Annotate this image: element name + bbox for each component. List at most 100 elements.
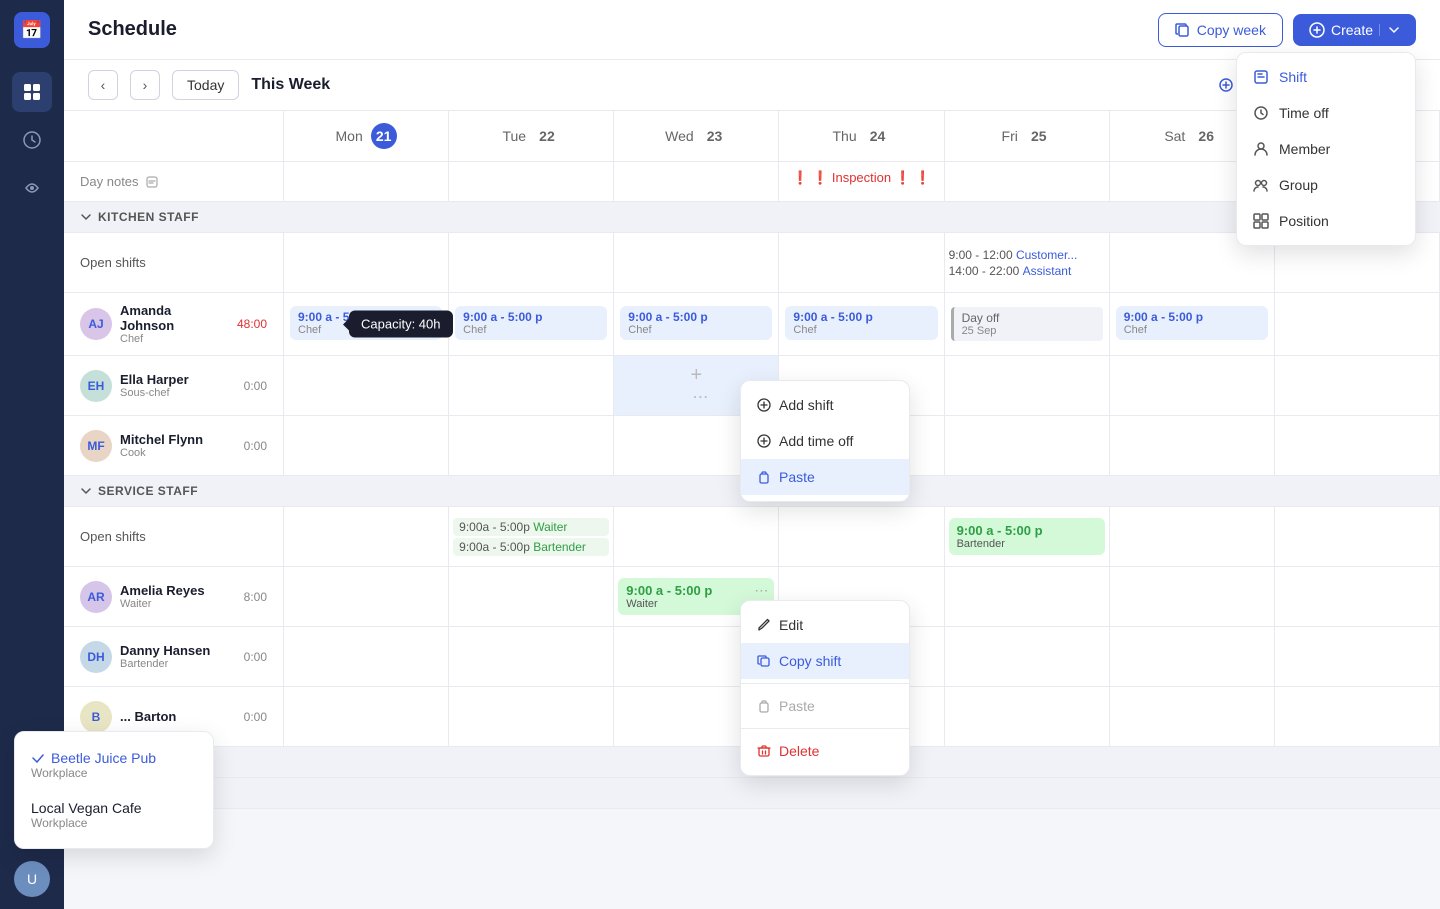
- add-shift-item[interactable]: Add shift: [741, 387, 909, 423]
- service-open-fri[interactable]: 9:00 a - 5:00 p Bartender: [945, 507, 1110, 567]
- amanda-fri-dayoff: Day off 25 Sep: [951, 307, 1103, 341]
- service-open-wed[interactable]: [614, 507, 779, 567]
- amanda-sat-shift[interactable]: 9:00 a - 5:00 p Chef: [1116, 306, 1268, 340]
- mitchel-sun[interactable]: [1275, 416, 1440, 476]
- next-week-button[interactable]: ›: [130, 70, 160, 100]
- page-title: Schedule: [88, 18, 1158, 41]
- ella-fri[interactable]: [945, 356, 1110, 416]
- add-time-off-item[interactable]: Add time off: [741, 423, 909, 459]
- capacity-tooltip: Capacity: 40h: [349, 311, 453, 338]
- mitchel-mon[interactable]: [284, 416, 449, 476]
- create-member-item[interactable]: Member: [1237, 131, 1415, 167]
- amanda-hours: 48:00: [237, 317, 267, 331]
- kitchen-open-tue[interactable]: [449, 233, 614, 293]
- day-notes-thu[interactable]: ❗ ❗ Inspection ❗ ❗: [779, 162, 944, 202]
- app-logo[interactable]: 📅: [14, 12, 50, 48]
- edit-shift-context-menu: Edit Copy shift Paste Delete: [740, 600, 910, 776]
- sidebar-item-time[interactable]: [12, 120, 52, 160]
- shift-dots-menu[interactable]: ⋯: [754, 582, 768, 599]
- paste-item-edit[interactable]: Paste: [741, 688, 909, 724]
- day-number-thu: 24: [865, 123, 891, 149]
- amanda-tue[interactable]: 9:00 a - 5:00 p Chef: [449, 293, 614, 356]
- ella-mon[interactable]: [284, 356, 449, 416]
- danny-mon[interactable]: [284, 627, 449, 687]
- danny-tue[interactable]: [449, 627, 614, 687]
- create-dropdown-arrow[interactable]: [1379, 24, 1400, 36]
- ella-sat[interactable]: [1110, 356, 1275, 416]
- copy-week-button[interactable]: Copy week: [1158, 13, 1283, 47]
- barton-tue[interactable]: [449, 687, 614, 747]
- day-notes-mon[interactable]: [284, 162, 449, 202]
- day-notes-wed[interactable]: [614, 162, 779, 202]
- ella-info: Ella Harper Sous-chef: [120, 372, 236, 399]
- today-button[interactable]: Today: [172, 70, 239, 100]
- create-button[interactable]: Create: [1293, 14, 1416, 46]
- kitchen-open-fri-shift1[interactable]: 9:00 - 12:00 Customer...: [949, 248, 1105, 262]
- day-number-mon: 21: [371, 123, 397, 149]
- workplace-beetle-juice[interactable]: Beetle Juice Pub Workplace: [15, 740, 213, 790]
- barton-sun[interactable]: [1275, 687, 1440, 747]
- workplace-local-vegan[interactable]: Local Vegan Cafe Workplace: [15, 790, 213, 840]
- amelia-tue[interactable]: [449, 567, 614, 627]
- amanda-sat[interactable]: 9:00 a - 5:00 p Chef: [1110, 293, 1275, 356]
- create-group-item[interactable]: Group: [1237, 167, 1415, 203]
- amanda-sun[interactable]: [1275, 293, 1440, 356]
- amelia-fri[interactable]: [945, 567, 1110, 627]
- barton-sat[interactable]: [1110, 687, 1275, 747]
- amanda-fri[interactable]: Day off 25 Sep: [945, 293, 1110, 356]
- danny-sun[interactable]: [1275, 627, 1440, 687]
- copy-shift-item[interactable]: Copy shift: [741, 643, 909, 679]
- edit-shift-item[interactable]: Edit: [741, 607, 909, 643]
- paste-icon-edit: [757, 699, 771, 713]
- service-open-sat[interactable]: [1110, 507, 1275, 567]
- ella-tue[interactable]: [449, 356, 614, 416]
- mitchel-tue[interactable]: [449, 416, 614, 476]
- bar-staff-section-2[interactable]: BAR STAFF: [64, 778, 1440, 809]
- day-notes-tue[interactable]: [449, 162, 614, 202]
- amanda-thu-shift[interactable]: 9:00 a - 5:00 p Chef: [785, 306, 937, 340]
- amanda-thu[interactable]: 9:00 a - 5:00 p Chef: [779, 293, 944, 356]
- cell-options[interactable]: ⋯: [692, 387, 708, 407]
- sidebar-item-timeoff[interactable]: [12, 168, 52, 208]
- mitchel-sat[interactable]: [1110, 416, 1275, 476]
- create-position-item[interactable]: Position: [1237, 203, 1415, 239]
- calendar-toolbar: ‹ › Today This Week Add Group Filter: [64, 60, 1440, 111]
- amanda-wed[interactable]: 9:00 a - 5:00 p Chef: [614, 293, 779, 356]
- service-open-tue-shift1[interactable]: 9:00a - 5:00p Waiter: [453, 518, 609, 536]
- paste-item-add[interactable]: Paste: [741, 459, 909, 495]
- amelia-sat[interactable]: [1110, 567, 1275, 627]
- kitchen-open-mon[interactable]: [284, 233, 449, 293]
- ella-sun[interactable]: [1275, 356, 1440, 416]
- amelia-sun[interactable]: [1275, 567, 1440, 627]
- mitchel-hours: 0:00: [244, 439, 267, 453]
- amanda-wed-shift[interactable]: 9:00 a - 5:00 p Chef: [620, 306, 772, 340]
- danny-sat[interactable]: [1110, 627, 1275, 687]
- service-open-fri-shift[interactable]: 9:00 a - 5:00 p Bartender: [949, 518, 1105, 555]
- service-open-mon[interactable]: [284, 507, 449, 567]
- create-time-off-item[interactable]: Time off: [1237, 95, 1415, 131]
- add-shift-plus[interactable]: +: [691, 364, 703, 387]
- service-open-sun[interactable]: [1275, 507, 1440, 567]
- kitchen-staff-section[interactable]: KITCHEN STAFF: [64, 202, 1440, 233]
- danny-fri[interactable]: [945, 627, 1110, 687]
- delete-shift-item[interactable]: Delete: [741, 733, 909, 769]
- barton-fri[interactable]: [945, 687, 1110, 747]
- kitchen-open-fri-shift2[interactable]: 14:00 - 22:00 Assistant: [949, 264, 1105, 278]
- copy-icon: [1175, 22, 1191, 38]
- user-avatar[interactable]: U: [14, 861, 50, 897]
- barton-mon[interactable]: [284, 687, 449, 747]
- kitchen-open-fri[interactable]: 9:00 - 12:00 Customer... 14:00 - 22:00 A…: [945, 233, 1110, 293]
- create-shift-item[interactable]: Shift: [1237, 59, 1415, 95]
- service-open-thu[interactable]: [779, 507, 944, 567]
- service-open-tue[interactable]: 9:00a - 5:00p Waiter 9:00a - 5:00p Barte…: [449, 507, 614, 567]
- amelia-mon[interactable]: [284, 567, 449, 627]
- mitchel-fri[interactable]: [945, 416, 1110, 476]
- kitchen-open-thu[interactable]: [779, 233, 944, 293]
- prev-week-button[interactable]: ‹: [88, 70, 118, 100]
- kitchen-open-wed[interactable]: [614, 233, 779, 293]
- app-header: Schedule Copy week Create: [64, 0, 1440, 60]
- amanda-tue-shift[interactable]: 9:00 a - 5:00 p Chef: [455, 306, 607, 340]
- day-notes-fri[interactable]: [945, 162, 1110, 202]
- service-open-tue-shift2[interactable]: 9:00a - 5:00p Bartender: [453, 538, 609, 556]
- sidebar-item-schedule[interactable]: [12, 72, 52, 112]
